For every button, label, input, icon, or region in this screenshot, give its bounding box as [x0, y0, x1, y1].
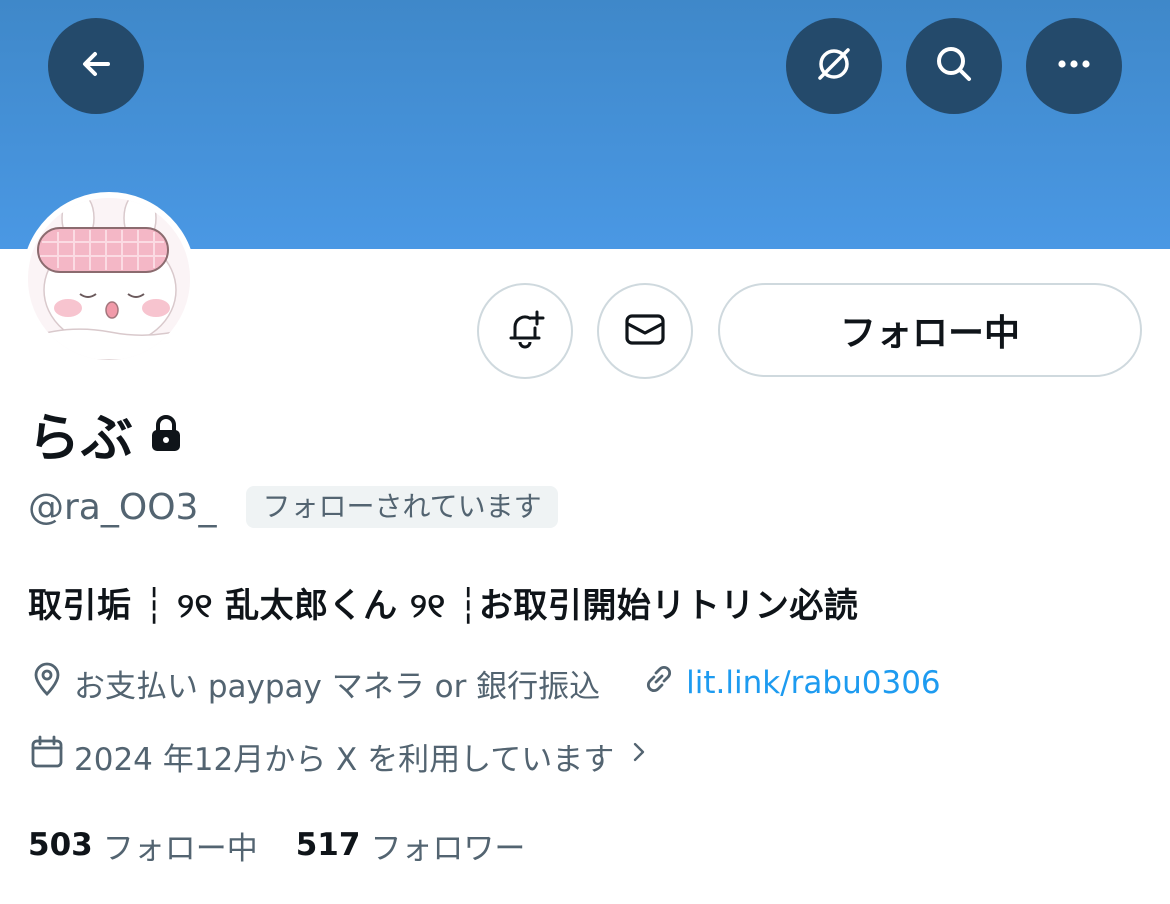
follow-stats: 503 フォロー中 517 フォロワー [28, 822, 525, 868]
follows-you-badge: フォローされています [246, 486, 558, 528]
avatar-image [28, 198, 190, 360]
followers-count: 517 [295, 827, 361, 863]
chevron-right-icon [624, 737, 662, 775]
website-link[interactable]: lit.link/rabu0306 [686, 665, 940, 701]
bell-plus-icon [502, 306, 548, 356]
handle-row: @ra_OO3_ フォローされています [28, 484, 558, 530]
notify-button[interactable] [477, 283, 573, 379]
following-count: 503 [28, 827, 93, 863]
following-label: フォロー中 [102, 830, 258, 867]
location-pin-icon [28, 660, 74, 706]
grok-icon [812, 42, 856, 90]
profile-meta-row: お支払い paypay マネラ or 銀行振込 lit.link/rabu030… [28, 660, 941, 706]
profile-bio: 取引垢 ┆ ୨୧ 乱太郎くん ୨୧ ┆お取引開始リトリン必読 [28, 586, 859, 626]
profile-banner[interactable] [0, 0, 1170, 249]
lock-icon [148, 413, 184, 453]
website-item[interactable]: lit.link/rabu0306 [640, 660, 941, 706]
back-button[interactable] [48, 18, 144, 114]
followers-label: フォロワー [370, 830, 526, 867]
following-stat[interactable]: 503 フォロー中 [28, 823, 258, 868]
profile-page: フォロー中 らぶ @ra_OO3_ フォローされています 取引垢 ┆ ୨୧ 乱太… [0, 0, 1170, 904]
calendar-icon [28, 733, 74, 779]
display-name: らぶ [28, 408, 135, 469]
profile-avatar[interactable] [22, 192, 196, 366]
joined-row[interactable]: 2024 年12月から X を利用しています [28, 733, 662, 779]
search-icon [932, 42, 976, 90]
link-icon [640, 660, 686, 706]
message-button[interactable] [597, 283, 693, 379]
name-row: らぶ [28, 398, 184, 469]
joined-text: 2024 年12月から X を利用しています [74, 741, 615, 778]
grok-button[interactable] [786, 18, 882, 114]
search-button[interactable] [906, 18, 1002, 114]
user-handle: @ra_OO3_ [28, 486, 217, 528]
envelope-icon [622, 306, 668, 356]
arrow-left-icon [74, 42, 118, 90]
location-item: お支払い paypay マネラ or 銀行振込 [28, 660, 600, 706]
more-button[interactable] [1026, 18, 1122, 114]
location-text: お支払い paypay マネラ or 銀行振込 [74, 668, 601, 705]
followers-stat[interactable]: 517 フォロワー [296, 823, 526, 868]
more-horizontal-icon [1052, 42, 1096, 90]
following-button[interactable]: フォロー中 [718, 283, 1142, 377]
